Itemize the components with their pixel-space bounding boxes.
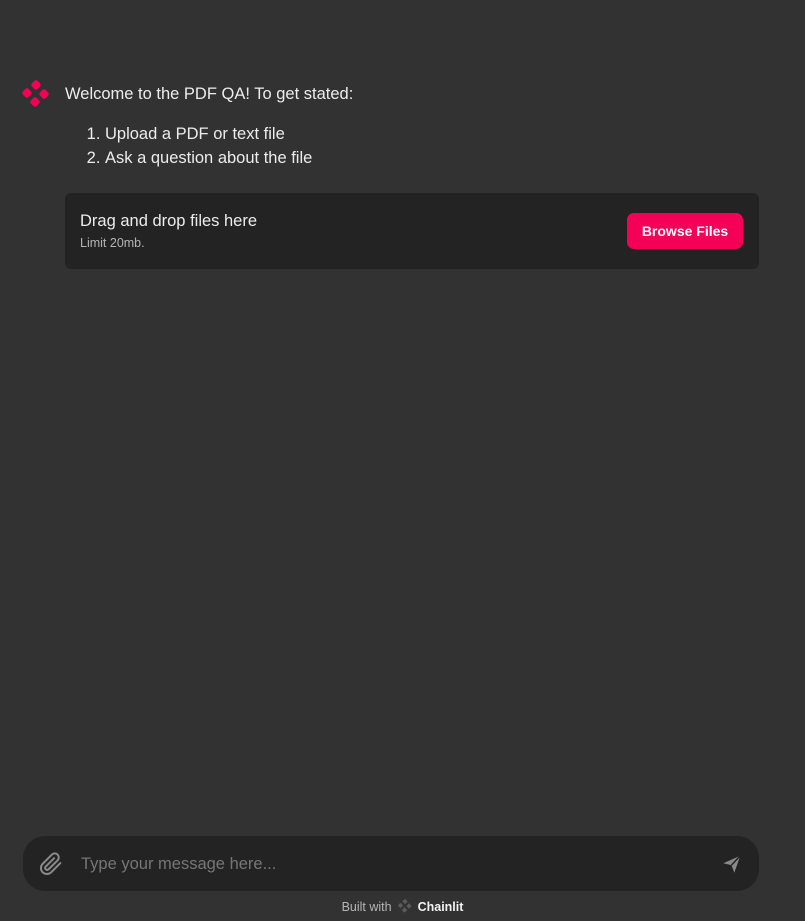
- file-dropzone[interactable]: Drag and drop files here Limit 20mb. Bro…: [65, 193, 759, 269]
- paperclip-icon[interactable]: [39, 852, 63, 876]
- step-item-upload: Upload a PDF or text file: [105, 122, 759, 146]
- chat-page: Welcome to the PDF QA! To get stated: Up…: [0, 0, 805, 921]
- footer-prefix: Built with: [341, 900, 392, 914]
- dropzone-limit: Limit 20mb.: [80, 236, 145, 250]
- message-input[interactable]: [79, 850, 703, 879]
- message-content: Welcome to the PDF QA! To get stated: Up…: [65, 83, 759, 170]
- dropzone-title: Drag and drop files here: [80, 212, 258, 230]
- chainlit-logo-icon: [22, 80, 49, 107]
- footer: Built with Chainlit: [0, 899, 805, 914]
- steps-list: Upload a PDF or text file Ask a question…: [65, 122, 759, 170]
- footer-brand[interactable]: Chainlit: [418, 900, 464, 914]
- chainlit-mini-logo-icon: [398, 899, 412, 913]
- message-composer: [23, 836, 759, 891]
- step-item-ask: Ask a question about the file: [105, 146, 759, 170]
- message-title: Welcome to the PDF QA! To get stated:: [65, 85, 354, 103]
- browse-files-button[interactable]: Browse Files: [627, 213, 743, 249]
- send-icon[interactable]: [721, 853, 743, 875]
